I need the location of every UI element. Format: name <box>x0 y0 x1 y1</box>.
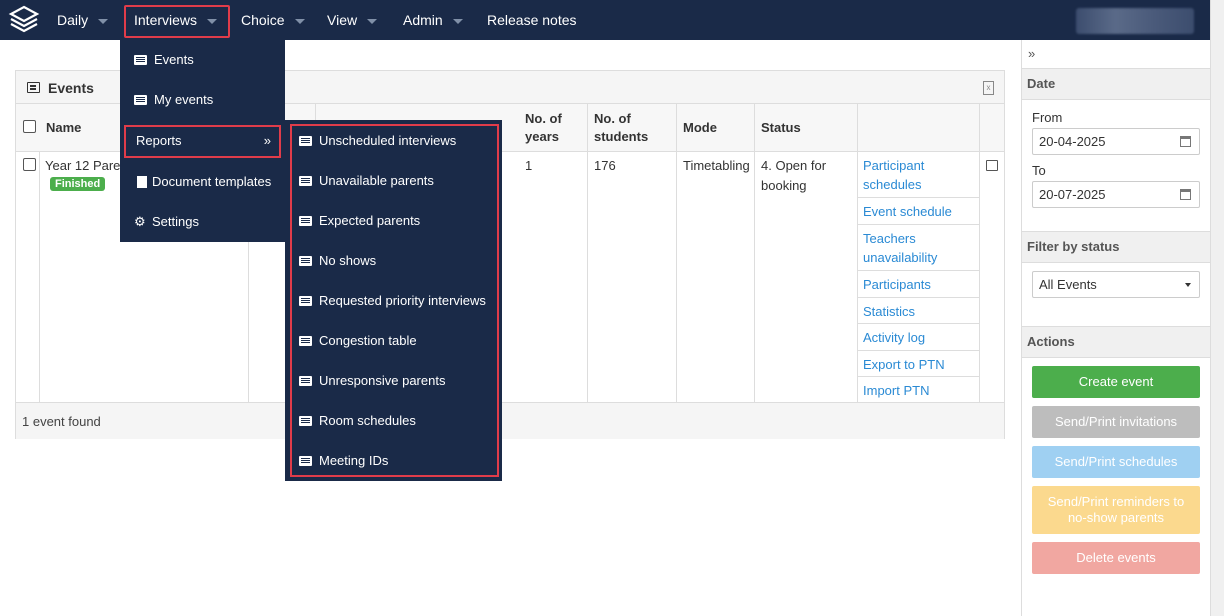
sidebar: » Date From 20-04-2025 To 20-07-2025 Fil… <box>1021 40 1210 616</box>
col-links <box>858 104 980 152</box>
delete-events-button[interactable]: Delete events <box>1032 542 1200 574</box>
create-event-button[interactable]: Create event <box>1032 366 1200 398</box>
reports-submenu-highlight <box>290 124 499 477</box>
chevron-down-icon <box>98 18 109 24</box>
edit-icon[interactable] <box>986 160 998 171</box>
results-count: 1 event found <box>22 414 101 429</box>
calendar-icon[interactable] <box>1180 136 1191 147</box>
chevron-down-icon <box>367 18 378 24</box>
collapse-sidebar-icon[interactable]: » <box>1028 46 1035 61</box>
panel-title: Events <box>48 80 94 96</box>
send-print-schedules-button[interactable]: Send/Print schedules <box>1032 446 1200 478</box>
row-checkbox[interactable] <box>23 158 36 171</box>
interviews-highlight <box>124 5 230 38</box>
link-activity-log[interactable]: Activity log <box>858 324 980 351</box>
chevron-down-icon <box>1185 283 1191 287</box>
menu-events[interactable]: Events <box>120 40 285 80</box>
menu-document-templates[interactable]: Document templates <box>120 162 285 202</box>
event-years: 1 <box>525 158 533 173</box>
chevron-down-icon <box>294 18 305 24</box>
link-participant-schedules[interactable]: Participant schedules <box>858 152 980 198</box>
col-years[interactable]: No. of years <box>519 104 588 152</box>
nav-choice[interactable]: Choice <box>241 0 305 40</box>
panel-footer: 1 event found <box>16 402 1004 439</box>
to-label: To <box>1032 163 1046 178</box>
event-students: 176 <box>594 158 616 173</box>
link-event-schedule[interactable]: Event schedule <box>858 198 980 225</box>
link-statistics[interactable]: Statistics <box>858 298 980 324</box>
link-export-ptn[interactable]: Export to PTN <box>858 351 980 377</box>
menu-my-events[interactable]: My events <box>120 80 285 120</box>
event-status: 4. Open for booking <box>761 158 827 193</box>
from-date-input[interactable]: 20-04-2025 <box>1032 128 1200 155</box>
status-filter-select[interactable]: All Events <box>1032 271 1200 298</box>
event-mode: Timetabling <box>683 158 750 173</box>
send-print-invitations-button[interactable]: Send/Print invitations <box>1032 406 1200 438</box>
status-badge: Finished <box>50 177 106 191</box>
list-icon <box>134 95 147 105</box>
col-status[interactable]: Status <box>755 104 858 152</box>
user-account-blurred[interactable] <box>1076 8 1194 34</box>
col-mode[interactable]: Mode <box>677 104 755 152</box>
menu-reports[interactable]: Reports » <box>124 125 281 158</box>
date-section-head: Date <box>1022 68 1210 100</box>
actions-section-head: Actions <box>1022 326 1210 358</box>
send-print-reminders-button[interactable]: Send/Print reminders to no-show parents <box>1032 486 1200 534</box>
gear-icon: ⚙ <box>134 214 146 229</box>
link-import-ptn[interactable]: Import PTN <box>858 377 980 402</box>
list-icon <box>134 55 147 65</box>
logo-icon[interactable] <box>8 4 40 36</box>
link-teachers-unavailability[interactable]: Teachers unavailability <box>858 225 980 271</box>
calendar-icon[interactable] <box>1180 189 1191 200</box>
chevron-down-icon <box>452 18 463 24</box>
document-icon <box>137 176 147 188</box>
link-participants[interactable]: Participants <box>858 271 980 298</box>
to-date-input[interactable]: 20-07-2025 <box>1032 181 1200 208</box>
col-students[interactable]: No. of students <box>588 104 677 152</box>
event-name[interactable]: Year 12 Parer <box>45 156 125 176</box>
list-icon <box>27 82 40 93</box>
export-excel-icon[interactable]: x <box>983 81 994 95</box>
filter-section-head: Filter by status <box>1022 231 1210 263</box>
from-label: From <box>1032 110 1063 125</box>
nav-admin[interactable]: Admin <box>403 0 463 40</box>
select-all-checkbox[interactable] <box>23 120 36 133</box>
scrollbar[interactable] <box>1210 0 1224 616</box>
nav-view[interactable]: View <box>327 0 378 40</box>
nav-daily[interactable]: Daily <box>57 0 109 40</box>
nav-release-notes[interactable]: Release notes <box>487 0 577 40</box>
menu-settings[interactable]: ⚙ Settings <box>120 202 285 242</box>
submenu-arrow-icon: » <box>263 133 271 148</box>
